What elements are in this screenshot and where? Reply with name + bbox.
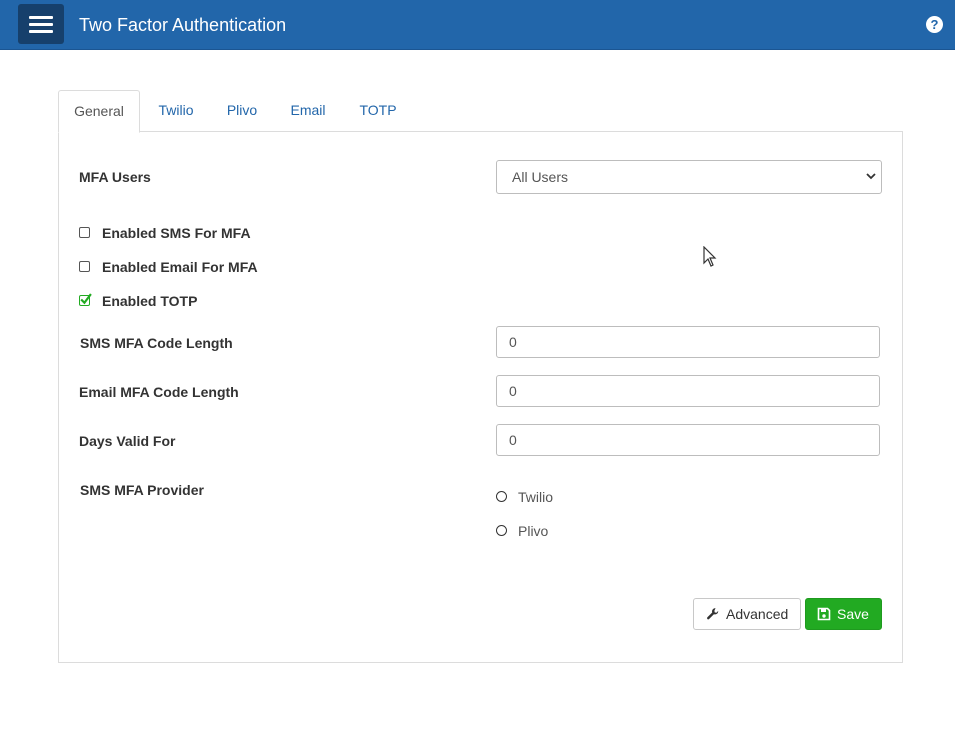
- check-icon: [80, 293, 92, 305]
- tab-twilio[interactable]: Twilio: [152, 90, 200, 131]
- mfa-users-label: MFA Users: [79, 169, 151, 185]
- sms-code-length-input[interactable]: [496, 326, 880, 358]
- advanced-button[interactable]: Advanced: [693, 598, 801, 630]
- enable-sms-label: Enabled SMS For MFA: [102, 225, 251, 241]
- save-button-label: Save: [837, 606, 869, 622]
- floppy-disk-icon: [817, 607, 831, 621]
- enable-totp-checkbox[interactable]: [79, 293, 92, 306]
- advanced-button-label: Advanced: [726, 606, 789, 622]
- tab-general[interactable]: General: [58, 90, 140, 133]
- menu-button[interactable]: [18, 4, 64, 44]
- sms-code-length-label: SMS MFA Code Length: [80, 335, 233, 351]
- provider-twilio-label: Twilio: [518, 489, 554, 505]
- mfa-users-selected-value: All Users: [512, 169, 569, 185]
- mouse-pointer-icon: [703, 246, 717, 267]
- hamburger-line: [29, 23, 53, 26]
- enable-totp-label: Enabled TOTP: [102, 293, 198, 309]
- provider-plivo-label: Plivo: [518, 523, 549, 539]
- days-valid-label: Days Valid For: [79, 433, 176, 449]
- tab-plivo[interactable]: Plivo: [222, 90, 262, 131]
- top-bar: Two Factor Authentication ?: [0, 0, 955, 50]
- provider-twilio-radio[interactable]: [496, 491, 507, 502]
- enable-email-label: Enabled Email For MFA: [102, 259, 258, 275]
- enable-email-checkbox[interactable]: [79, 261, 90, 272]
- tab-bar: General Twilio Plivo Email TOTP: [58, 90, 903, 133]
- sms-provider-label: SMS MFA Provider: [80, 482, 204, 498]
- wrench-icon: [707, 608, 719, 620]
- provider-plivo-radio[interactable]: [496, 525, 507, 536]
- email-code-length-label: Email MFA Code Length: [79, 384, 239, 400]
- tab-totp[interactable]: TOTP: [356, 90, 400, 131]
- save-button[interactable]: Save: [805, 598, 882, 630]
- chevron-down-icon: [866, 173, 876, 180]
- mfa-users-select[interactable]: All Users: [496, 160, 882, 194]
- question-circle-icon[interactable]: ?: [926, 16, 943, 33]
- days-valid-input[interactable]: [496, 424, 880, 456]
- hamburger-menu-icon: [29, 16, 53, 19]
- email-code-length-input[interactable]: [496, 375, 880, 407]
- tab-email[interactable]: Email: [287, 90, 329, 131]
- hamburger-line: [29, 30, 53, 33]
- page-title: Two Factor Authentication: [79, 15, 287, 35]
- enable-sms-checkbox[interactable]: [79, 227, 90, 238]
